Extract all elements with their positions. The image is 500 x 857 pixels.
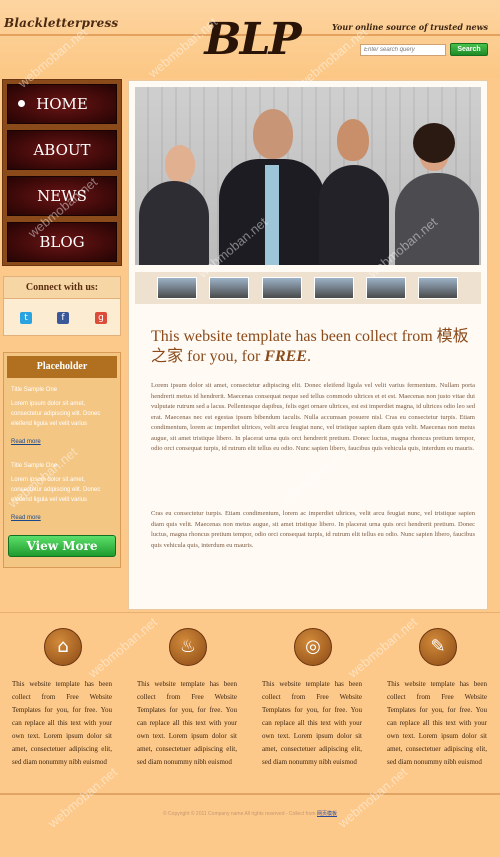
nav-item-news[interactable]: NEWS (7, 176, 117, 216)
feature-text: This website template has been collect f… (12, 680, 112, 766)
thumbnail-strip (135, 272, 481, 304)
body-paragraph: Lorem ipsum dolor sit amet, consectetur … (151, 382, 476, 452)
main-heading-emphasis: FREE (264, 348, 308, 365)
placeholder-item-text: Lorem ipsum dolor sit amet, consectetur … (11, 477, 101, 503)
nav-item-label: HOME (36, 95, 88, 113)
site-tagline: Your online source of trusted news (332, 22, 488, 32)
thumbnail[interactable] (366, 277, 406, 299)
thumbnail[interactable] (262, 277, 302, 299)
twitter-icon[interactable]: t (20, 312, 32, 324)
footer-divider (0, 793, 500, 795)
home-icon: ⌂ (44, 628, 82, 666)
nav-item-home[interactable]: HOME (7, 84, 117, 124)
read-more-link[interactable]: Read more (11, 439, 41, 445)
site-logo[interactable]: BLP (196, 12, 308, 68)
main-content: This website template has been collect f… (128, 80, 488, 610)
watermark: webmoban.net (335, 764, 411, 831)
feature-text: This website template has been collect f… (137, 680, 237, 766)
bell-icon: ♨ (169, 628, 207, 666)
feature-text: This website template has been collect f… (387, 680, 487, 766)
nav-item-label: NEWS (37, 187, 87, 205)
watermark: webmoban.net (45, 764, 121, 831)
nav-item-about[interactable]: ABOUT (7, 130, 117, 170)
placeholder-title: Placeholder (7, 356, 117, 378)
main-heading-suffix: . (307, 348, 312, 365)
search-input[interactable] (360, 44, 446, 56)
section-divider (0, 612, 500, 613)
placeholder-item-title: Title Sample One (11, 463, 58, 469)
facebook-icon[interactable]: f (57, 312, 69, 324)
nav-item-blog[interactable]: BLOG (7, 222, 117, 262)
thumbnail[interactable] (418, 277, 458, 299)
hero-image (135, 87, 481, 265)
footer: © Copyright © 2011 Company name All righ… (0, 810, 500, 817)
brand-name[interactable]: Blackletterpress (4, 16, 118, 30)
placeholder-item-text: Lorem ipsum dolor sit amet, consectetur … (11, 401, 101, 427)
main-nav: HOME ABOUT NEWS BLOG (2, 79, 122, 266)
connect-title: Connect with us: (4, 277, 120, 299)
google-plus-icon[interactable]: g (95, 312, 107, 324)
copyright-text: © Copyright © 2011 Company name All righ… (162, 811, 317, 817)
watermark: webmoban.net (345, 614, 421, 681)
site-header: Blackletterpress BLP Your online source … (0, 0, 500, 78)
nav-item-label: BLOG (39, 233, 85, 251)
pencil-icon: ✎ (419, 628, 457, 666)
active-marker-icon (18, 100, 25, 107)
main-heading: This website template has been collect f… (151, 327, 473, 367)
read-more-link[interactable]: Read more (11, 515, 41, 521)
placeholder-item-title: Title Sample One (11, 387, 58, 393)
footer-link[interactable]: 网页模板 (317, 811, 337, 817)
globe-icon: ◎ (294, 628, 332, 666)
nav-item-label: ABOUT (33, 141, 91, 159)
search-button[interactable]: Search (450, 43, 488, 56)
thumbnail[interactable] (314, 277, 354, 299)
feature-text: This website template has been collect f… (262, 680, 362, 766)
body-paragraph: Cras eu consectetur turpis. Etiam condim… (151, 510, 475, 549)
watermark: webmoban.net (85, 614, 161, 681)
thumbnail[interactable] (209, 277, 249, 299)
view-more-button[interactable]: View More (8, 535, 116, 557)
thumbnail[interactable] (157, 277, 197, 299)
connect-box: Connect with us: t f g (3, 276, 121, 336)
